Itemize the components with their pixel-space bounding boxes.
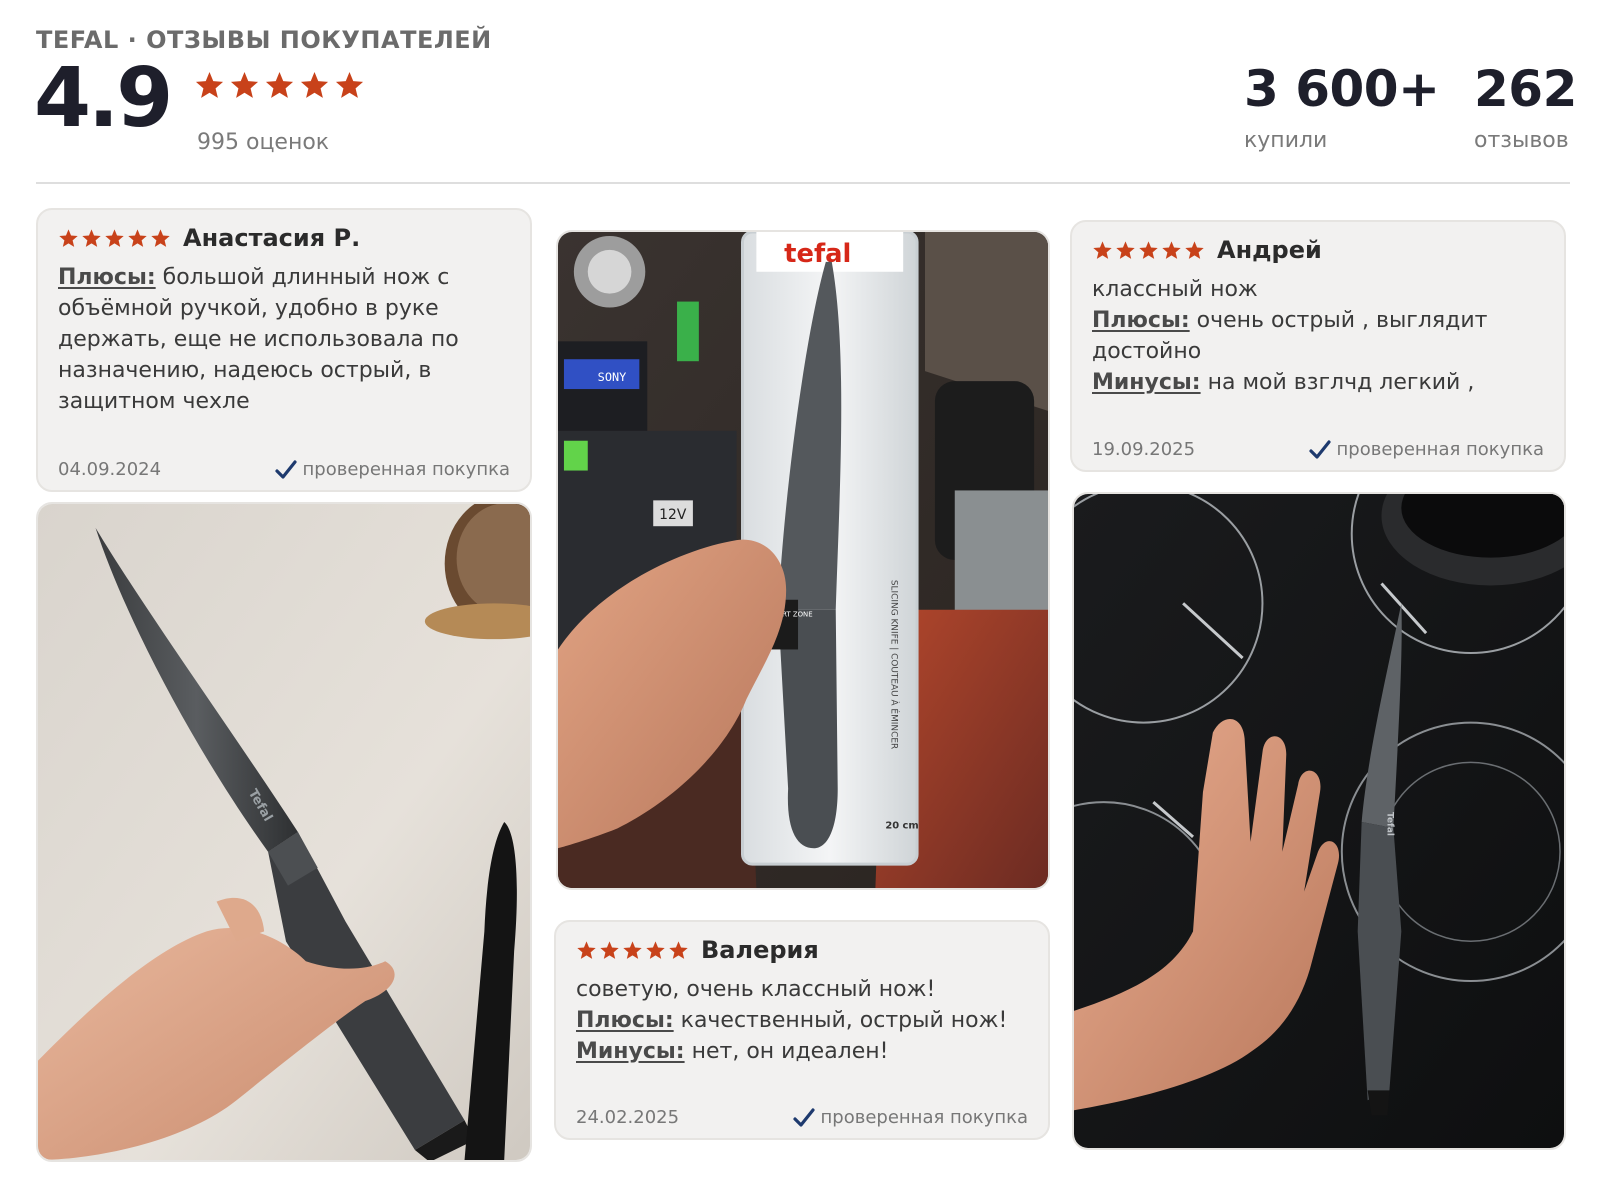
ratings-count: 995 оценок — [197, 130, 330, 155]
verified-label: проверенная покупка — [302, 459, 510, 480]
pros-label: Плюсы: — [1092, 308, 1190, 333]
review-card-anastasia[interactable]: Анастасия Р. Плюсы: большой длинный нож … — [36, 208, 532, 492]
star-icon — [646, 940, 665, 959]
star-icon — [1162, 240, 1181, 259]
verified-badge: проверенная покупка — [274, 459, 510, 480]
star-icon — [1093, 240, 1112, 259]
pros-text: объёмной ручкой, удобно в руке — [58, 296, 439, 321]
package-photo: SONY 12V tefal COMFORT ZONE 20 cm SLICIN… — [558, 232, 1048, 888]
star-icon — [59, 228, 78, 247]
verified-label: проверенная покупка — [1336, 439, 1544, 460]
star-icon — [128, 228, 147, 247]
reviews-label: отзывов — [1474, 128, 1569, 153]
package-size: 20 cm — [885, 820, 918, 831]
star-icon — [577, 940, 596, 959]
review-photo-package[interactable]: SONY 12V tefal COMFORT ZONE 20 cm SLICIN… — [556, 230, 1050, 890]
review-comment: советую, очень классный нож! — [576, 977, 936, 1002]
star-icon — [623, 940, 642, 959]
pros-text: большой длинный нож с — [162, 265, 450, 290]
voltage-label: 12V — [659, 507, 687, 523]
review-date: 24.02.2025 — [576, 1107, 680, 1128]
cons-text: нет, он идеален! — [691, 1039, 889, 1064]
pros-text: достойно — [1092, 339, 1202, 364]
pros-label: Плюсы: — [58, 265, 156, 290]
review-comment: классный нож — [1092, 277, 1258, 302]
reviews-stat: 262 отзывов — [1474, 64, 1577, 153]
review-date: 19.09.2025 — [1092, 439, 1196, 460]
brand-title: TEFAL · ОТЗЫВЫ ПОКУПАТЕЛЕЙ — [36, 26, 492, 54]
bought-stat: 3 600+ купили — [1244, 60, 1440, 153]
verified-label: проверенная покупка — [820, 1107, 1028, 1128]
review-stars — [58, 228, 171, 249]
review-author: Анастасия Р. — [183, 224, 361, 252]
review-card-andrey[interactable]: Андрей классный нож Плюсы: очень острый … — [1070, 220, 1566, 472]
star-icon — [1185, 240, 1204, 259]
check-icon — [1308, 439, 1331, 459]
package-brand: tefal — [784, 239, 851, 269]
pros-text: назначению, надеюсь острый, в — [58, 358, 432, 383]
bought-value: 3 600+ — [1244, 60, 1440, 118]
pros-text: качественный, острый нож! — [680, 1008, 1008, 1033]
review-photo-knife-hand[interactable]: Tefal — [36, 502, 532, 1162]
star-icon — [265, 71, 294, 98]
star-icon — [151, 228, 170, 247]
star-icon — [1116, 240, 1135, 259]
cons-label: Минусы: — [1092, 370, 1201, 395]
star-icon — [300, 71, 329, 98]
star-icon — [82, 228, 101, 247]
review-card-valeria[interactable]: Валерия советую, очень классный нож! Плю… — [554, 920, 1050, 1140]
sony-label: SONY — [598, 370, 627, 384]
cons-text: на мой взглчд легкий , — [1207, 370, 1475, 395]
review-stars — [1092, 240, 1205, 261]
review-author: Валерия — [701, 936, 819, 964]
knife-photo: Tefal — [38, 504, 530, 1160]
review-date: 04.09.2024 — [58, 459, 162, 480]
pros-text: держать, еще не использовала по — [58, 327, 459, 352]
review-photo-cooktop[interactable]: Tefal — [1072, 492, 1566, 1150]
check-icon — [792, 1107, 815, 1127]
review-stars — [576, 940, 689, 961]
star-icon — [105, 228, 124, 247]
check-icon — [274, 459, 297, 479]
cons-label: Минусы: — [576, 1039, 685, 1064]
verified-badge: проверенная покупка — [792, 1107, 1028, 1128]
cooktop-photo: Tefal — [1074, 494, 1564, 1148]
package-side-text: SLICING KNIFE | COUTEAU À ÉMINCER — [888, 580, 900, 749]
header-divider — [36, 182, 1570, 184]
blade-brand-2: Tefal — [1384, 812, 1394, 836]
star-icon — [195, 71, 224, 98]
review-author: Андрей — [1217, 236, 1322, 264]
pros-text: очень острый , выглядит — [1196, 308, 1488, 333]
reviews-value: 262 — [1474, 60, 1577, 118]
star-icon — [335, 71, 364, 98]
star-icon — [669, 940, 688, 959]
star-icon — [1139, 240, 1158, 259]
rating-stars — [194, 70, 365, 101]
star-icon — [600, 940, 619, 959]
pros-text: защитном чехле — [58, 389, 250, 414]
pros-label: Плюсы: — [576, 1008, 674, 1033]
average-rating: 4.9 — [34, 51, 173, 146]
star-icon — [230, 71, 259, 98]
bought-label: купили — [1244, 128, 1328, 153]
verified-badge: проверенная покупка — [1308, 439, 1544, 460]
